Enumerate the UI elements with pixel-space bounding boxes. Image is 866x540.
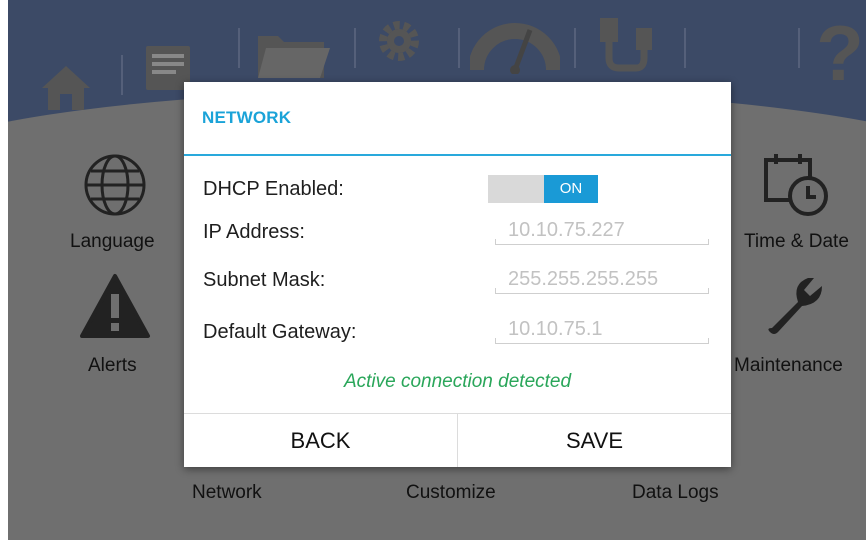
subnet-mask-field[interactable]: 255.255.255.255 bbox=[495, 268, 709, 294]
subnet-mask-value: 255.255.255.255 bbox=[508, 268, 659, 290]
ip-address-field[interactable]: 10.10.75.227 bbox=[495, 219, 709, 245]
ip-address-label: IP Address: bbox=[203, 221, 305, 243]
ip-address-value: 10.10.75.227 bbox=[508, 219, 625, 241]
dhcp-label: DHCP Enabled: bbox=[203, 178, 344, 200]
subnet-mask-label: Subnet Mask: bbox=[203, 269, 326, 291]
modal-overlay: NETWORK DHCP Enabled: ON IP Address: 10.… bbox=[0, 0, 866, 540]
network-dialog: NETWORK DHCP Enabled: ON IP Address: 10.… bbox=[184, 82, 731, 467]
dhcp-toggle[interactable]: ON bbox=[488, 175, 598, 203]
title-divider bbox=[184, 154, 731, 156]
connection-status: Active connection detected bbox=[343, 371, 572, 392]
save-button[interactable]: SAVE bbox=[458, 414, 731, 467]
default-gateway-field[interactable]: 10.10.75.1 bbox=[495, 318, 709, 344]
default-gateway-label: Default Gateway: bbox=[203, 321, 357, 343]
default-gateway-value: 10.10.75.1 bbox=[508, 318, 603, 340]
back-button[interactable]: BACK bbox=[184, 414, 457, 467]
dhcp-toggle-on-state: ON bbox=[544, 175, 598, 203]
dialog-title: NETWORK bbox=[202, 108, 292, 127]
